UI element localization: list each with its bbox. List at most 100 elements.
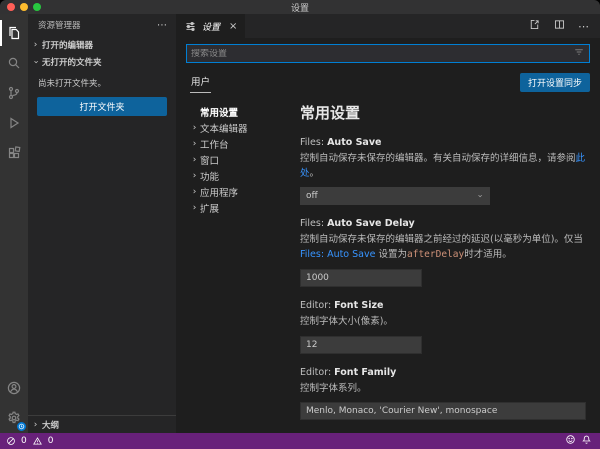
select-value: off	[306, 191, 318, 201]
settings-editor: 用户 打开设置同步 常用设置›文本编辑器›工作台›窗口›功能›应用程序›扩展 常…	[176, 38, 600, 433]
description-text: 设置为	[375, 249, 407, 260]
settings-heading: 常用设置	[300, 102, 586, 123]
setting-description: 控制字体系列。	[300, 382, 586, 397]
description-text: 控制字体大小(像素)。	[300, 316, 393, 327]
settings-tab[interactable]: 设置 ×	[176, 14, 245, 38]
maximize-window-button[interactable]	[33, 3, 41, 11]
setting-link[interactable]: Files: Auto Save	[300, 249, 375, 260]
setting-row: Files: Auto Save 控制自动保存未保存的编辑器。有关自动保存的详细信…	[300, 137, 586, 205]
problems-status[interactable]: 0 0	[6, 436, 53, 446]
outline-section[interactable]: › 大纲	[28, 416, 176, 433]
setting-description: 控制自动保存未保存的编辑器之前经过的延迟(以毫秒为单位)。仅当 Files: A…	[300, 233, 586, 262]
setting-category: Files:	[300, 137, 327, 148]
settings-toc: 常用设置›文本编辑器›工作台›窗口›功能›应用程序›扩展	[176, 94, 296, 433]
settings-search-box	[186, 44, 590, 63]
vscode-window: 设置	[0, 0, 600, 449]
setting-title: Editor: Font Family	[300, 367, 586, 378]
toc-item[interactable]: ›功能	[190, 168, 296, 184]
explorer-icon[interactable]	[0, 18, 28, 48]
chevron-down-icon: ›	[31, 57, 41, 66]
chevron-right-icon: ›	[190, 203, 199, 213]
tab-bar: 设置 × ⋯	[176, 14, 600, 38]
setting-name: Auto Save Delay	[327, 218, 415, 229]
chevron-right-icon: ›	[190, 155, 199, 165]
setting-title: Files: Auto Save Delay	[300, 218, 586, 229]
more-actions-icon[interactable]: ⋯	[157, 20, 168, 31]
toc-item-label: 功能	[199, 169, 219, 183]
open-settings-json-icon[interactable]	[528, 18, 541, 34]
tab-label: 设置	[202, 20, 220, 33]
code-text: afterDelay	[407, 249, 464, 260]
description-text: 时才适用。	[464, 249, 512, 260]
toc-item-label: 常用设置	[199, 105, 238, 119]
gear-update-badge	[17, 422, 26, 431]
setting-category: Editor:	[300, 300, 334, 311]
setting-row: Editor: Font Family 控制字体系列。	[300, 367, 586, 421]
toc-item-label: 应用程序	[199, 185, 238, 199]
status-bar: 0 0	[0, 433, 600, 449]
chevron-right-icon: ›	[190, 123, 199, 133]
chevron-down-icon: ›	[475, 192, 485, 201]
setting-description: 控制字体大小(像素)。	[300, 315, 586, 330]
search-icon[interactable]	[0, 48, 28, 78]
description-text: 。	[310, 168, 320, 179]
setting-name: Font Family	[334, 367, 396, 378]
setting-input[interactable]	[300, 336, 422, 354]
setting-row: Editor: Font Size 控制字体大小(像素)。	[300, 300, 586, 354]
close-window-button[interactable]	[7, 3, 15, 11]
scope-tab-user[interactable]: 用户	[190, 71, 211, 93]
editor-actions: ⋯	[528, 14, 600, 38]
accounts-icon[interactable]	[0, 373, 28, 403]
split-editor-icon[interactable]	[553, 18, 566, 34]
notifications-bell-icon[interactable]	[581, 434, 592, 448]
open-editors-section[interactable]: › 打开的编辑器	[28, 36, 176, 53]
description-text: 控制自动保存未保存的编辑器之前经过的延迟(以毫秒为单位)。仅当	[300, 234, 583, 245]
chevron-right-icon: ›	[31, 420, 40, 430]
setting-name: Auto Save	[327, 137, 381, 148]
settings-sync-button[interactable]: 打开设置同步	[520, 73, 590, 92]
setting-input[interactable]	[300, 269, 422, 287]
activity-bar	[0, 14, 28, 433]
extensions-icon[interactable]	[0, 138, 28, 168]
toc-item-label: 扩展	[199, 201, 219, 215]
source-control-icon[interactable]	[0, 78, 28, 108]
setting-name: Font Size	[334, 300, 383, 311]
description-text: 控制字体系列。	[300, 383, 367, 394]
chevron-right-icon: ›	[190, 187, 199, 197]
toc-item[interactable]: ›文本编辑器	[190, 120, 296, 136]
settings-search-input[interactable]	[191, 49, 573, 59]
toc-item-label: 工作台	[199, 137, 229, 151]
warning-icon	[32, 436, 43, 446]
no-folder-message: 尚未打开文件夹。	[28, 70, 176, 95]
setting-category: Editor:	[300, 367, 334, 378]
setting-select[interactable]: off ›	[300, 187, 490, 205]
settings-list: Files: Auto Save 控制自动保存未保存的编辑器。有关自动保存的详细信…	[300, 137, 586, 433]
title-bar: 设置	[0, 0, 600, 14]
setting-title: Files: Auto Save	[300, 137, 586, 148]
filter-icon[interactable]	[573, 46, 585, 61]
toc-item-label: 文本编辑器	[199, 121, 248, 135]
chevron-right-icon: ›	[190, 171, 199, 181]
explorer-sidebar: 资源管理器 ⋯ › 打开的编辑器 › 无打开的文件夹 尚未打开文件夹。 打开文件…	[28, 14, 176, 433]
error-count: 0	[21, 436, 27, 446]
toc-item[interactable]: 常用设置	[190, 104, 296, 120]
toc-item-label: 窗口	[199, 153, 219, 167]
settings-gear-icon[interactable]	[0, 403, 28, 433]
no-folder-section[interactable]: › 无打开的文件夹	[28, 53, 176, 70]
toc-item[interactable]: ›应用程序	[190, 184, 296, 200]
open-folder-button[interactable]: 打开文件夹	[37, 97, 167, 116]
editor-area: 设置 × ⋯ 用户 打开设置同步	[176, 14, 600, 433]
more-actions-icon[interactable]: ⋯	[578, 20, 590, 33]
window-controls	[7, 3, 41, 11]
setting-input[interactable]	[300, 402, 586, 420]
toc-item[interactable]: ›扩展	[190, 200, 296, 216]
minimize-window-button[interactable]	[20, 3, 28, 11]
toc-item[interactable]: ›工作台	[190, 136, 296, 152]
chevron-right-icon: ›	[31, 40, 40, 50]
tab-close-icon[interactable]: ×	[229, 21, 237, 32]
run-debug-icon[interactable]	[0, 108, 28, 138]
description-text: 控制自动保存未保存的编辑器。有关自动保存的详细信息，请参阅	[300, 153, 576, 164]
feedback-icon[interactable]	[565, 434, 576, 448]
toc-item[interactable]: ›窗口	[190, 152, 296, 168]
window-title: 设置	[291, 1, 309, 14]
